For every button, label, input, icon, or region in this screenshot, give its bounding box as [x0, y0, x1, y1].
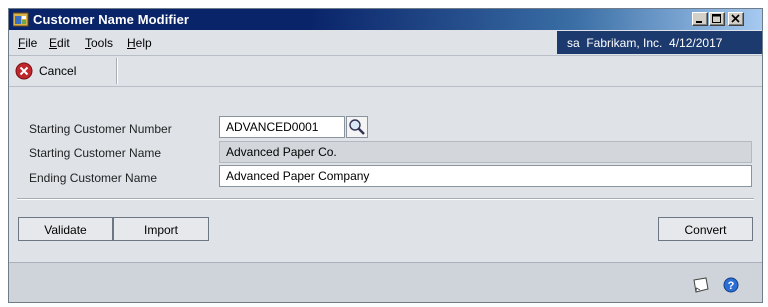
company-date-info: sa Fabrikam, Inc. 4/12/2017 [557, 31, 762, 54]
menu-help[interactable]: Help [127, 36, 152, 50]
starting-customer-name-field: Advanced Paper Co. [219, 141, 752, 163]
menu-bar: File Edit Tools Help sa Fabrikam, Inc. 4… [9, 30, 762, 55]
menu-tools[interactable]: Tools [85, 36, 113, 50]
note-icon[interactable] [691, 277, 711, 293]
starting-customer-number-label: Starting Customer Number [29, 122, 172, 136]
cancel-button[interactable]: Cancel [11, 58, 115, 84]
title-bar: Customer Name Modifier [9, 9, 762, 30]
customer-name-modifier-window: Customer Name Modifier File Edit Tools H… [8, 8, 763, 303]
menu-file[interactable]: File [18, 36, 37, 50]
divider [17, 198, 754, 200]
starting-customer-number-field[interactable]: ADVANCED0001 [219, 116, 345, 138]
starting-customer-name-label: Starting Customer Name [29, 146, 162, 160]
lookup-magnifier-icon[interactable] [346, 116, 368, 138]
app-window-icon [12, 12, 29, 27]
convert-button[interactable]: Convert [658, 217, 753, 241]
cancel-icon [15, 62, 33, 80]
window-title: Customer Name Modifier [33, 12, 190, 27]
maximize-button[interactable] [709, 12, 725, 26]
form-area: Starting Customer Number ADVANCED0001 St… [9, 88, 762, 196]
toolbar: Cancel [9, 55, 762, 87]
cancel-label: Cancel [39, 64, 77, 78]
menu-edit[interactable]: Edit [49, 36, 70, 50]
minimize-button[interactable] [692, 12, 708, 26]
toolbar-separator [116, 58, 118, 84]
ending-customer-name-label: Ending Customer Name [29, 171, 158, 185]
status-bar: ? [9, 262, 762, 302]
validate-button[interactable]: Validate [18, 217, 113, 241]
svg-text:?: ? [728, 280, 735, 292]
ending-customer-name-field[interactable]: Advanced Paper Company [219, 165, 752, 187]
help-icon[interactable]: ? [723, 277, 739, 293]
import-button[interactable]: Import [113, 217, 209, 241]
close-button[interactable] [728, 12, 744, 26]
